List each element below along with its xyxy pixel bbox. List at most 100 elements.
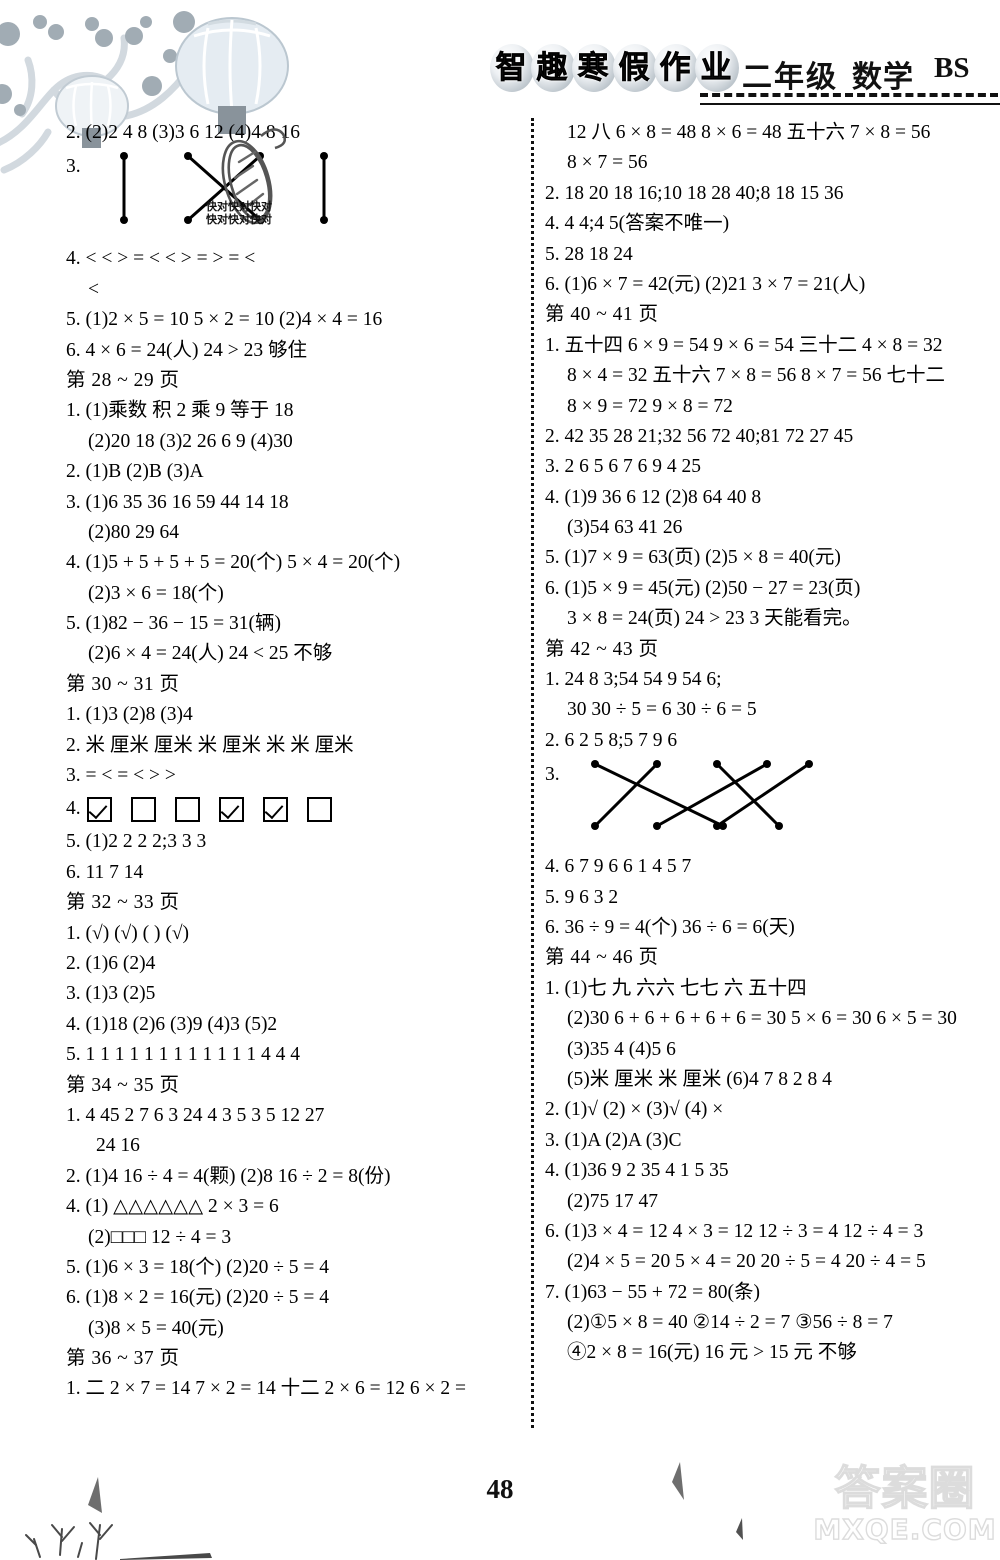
answer-line: (3)35 4 (4)5 6 <box>567 1038 676 1060</box>
answer-line: (3)8 × 5 = 40(元) <box>88 1317 224 1339</box>
answer-line: 6. 36 ÷ 9 = 4(个) 36 ÷ 6 = 6(天) <box>545 916 795 938</box>
answer-line: 1. 二 2 × 7 = 14 7 × 2 = 14 十二 2 × 6 = 12… <box>66 1378 466 1400</box>
answer-line: 5. 28 18 24 <box>545 243 633 265</box>
answer-line: 1. 五十四 6 × 9 = 54 9 × 6 = 54 三十二 4 × 8 =… <box>545 334 943 356</box>
answer-line: (2)6 × 4 = 24(人) 24 < 25 不够 <box>88 643 333 665</box>
title-char-3: 寒 <box>572 44 616 92</box>
checked-checkbox-icon <box>262 796 288 822</box>
answer-line: 5. (1)2 2 2 2;3 3 3 <box>66 831 207 853</box>
answer-line: < <box>88 278 99 300</box>
answer-line: 8 × 4 = 32 五十六 7 × 8 = 56 8 × 7 = 56 七十二 <box>567 365 945 387</box>
answer-line: 1. (1)3 (2)8 (3)4 <box>66 704 193 726</box>
answer-line: 1. (1)七 九 六六 七七 六 五十四 <box>545 977 807 999</box>
answer-line: 4. 6 7 9 6 6 1 4 5 7 <box>545 856 692 878</box>
page-range-heading: 第 40 ~ 41 页 <box>545 304 659 326</box>
answer-line: 6. 11 7 14 <box>66 861 144 883</box>
answer-line: 2. (1)√ (2) × (3)√ (4) × <box>545 1099 724 1121</box>
column-divider <box>531 118 534 1428</box>
answer-line: 6. (1)8 × 2 = 16(元) (2)20 ÷ 5 = 4 <box>66 1287 330 1309</box>
page-range-heading: 第 28 ~ 29 页 <box>66 369 180 391</box>
title-char-1: 智 <box>490 44 534 92</box>
answer-line: 8 × 9 = 72 9 × 8 = 72 <box>567 395 733 417</box>
answer-line: (2)4 × 5 = 20 5 × 4 = 20 20 ÷ 5 = 4 20 ÷… <box>567 1251 926 1273</box>
page-range-heading: 第 42 ~ 43 页 <box>545 638 659 660</box>
header-dashed-rule <box>700 93 998 97</box>
answer-line: 2. 米 厘米 厘米 米 厘米 米 米 厘米 <box>66 734 354 756</box>
answer-line: 2. (1)B (2)B (3)A <box>66 461 204 483</box>
answer-line: (2)□□□ 12 ÷ 4 = 3 <box>88 1226 232 1248</box>
overlay-note-text: 快对快对快对 快对快对快对 <box>206 200 272 226</box>
answer-line: 7. (1)63 − 55 + 72 = 80(条) <box>545 1281 760 1303</box>
answer-line: 1. 4 45 2 7 6 3 24 4 3 5 3 5 12 27 <box>66 1104 325 1126</box>
page-range-heading: 第 30 ~ 31 页 <box>66 673 180 695</box>
answers-column-left: 2. (2)2 4 8 (3)3 6 12 (4)4 8 16 3. 4. < < … <box>66 118 521 1405</box>
answer-line: 4. < < > = < < > = > = < <box>66 248 256 270</box>
answer-line: (2)30 6 + 6 + 6 + 6 + 6 = 30 5 × 6 = 30 … <box>567 1008 957 1030</box>
header-solid-rule <box>700 103 1000 105</box>
subject-label: 数学 <box>852 61 914 94</box>
answer-line: 1. (1)乘数 积 2 乘 9 等于 18 <box>66 400 294 422</box>
grade-label: 二年级 <box>742 61 838 94</box>
edition-code-label: BS <box>934 52 970 84</box>
title-char-5: 作 <box>654 44 698 92</box>
answer-line: 5. (1)7 × 9 = 63(页) (2)5 × 8 = 40(元) <box>545 547 841 569</box>
watermark-line-1: 答案圈 <box>834 1461 976 1515</box>
answer-number-label: 3. <box>66 156 81 178</box>
page-range-heading: 第 44 ~ 46 页 <box>545 947 659 969</box>
answer-line: (2)80 29 64 <box>88 521 179 543</box>
answer-line: 12 八 6 × 8 = 48 8 × 6 = 48 五十六 7 × 8 = 5… <box>567 122 931 143</box>
answer-line: 5. (1)2 × 5 = 10 5 × 2 = 10 (2)4 × 4 = 1… <box>66 309 383 331</box>
answer-line: 24 16 <box>96 1135 140 1157</box>
answer-line: 3. (1)3 (2)5 <box>66 983 156 1005</box>
answer-line: 5. 1 1 1 1 1 1 1 1 1 1 1 1 4 4 4 <box>66 1044 300 1066</box>
title-char-2: 趣 <box>531 44 575 92</box>
answer-line: 3. = < = < > > <box>66 765 176 787</box>
answer-line: 2. 42 35 28 21;32 56 72 40;81 72 27 45 <box>545 425 854 447</box>
answer-line: ④2 × 8 = 16(元) 16 元 > 15 元 不够 <box>567 1342 857 1364</box>
answer-line: 2. (2)2 4 8 (3)3 6 12 (4)4 8 16 <box>66 122 300 143</box>
checked-checkbox-icon <box>218 796 244 822</box>
site-watermark: 答案圈 MXQE.COM <box>812 1461 998 1558</box>
answer-line: 2. (1)6 (2)4 <box>66 952 156 974</box>
answer-line: 5. 9 6 3 2 <box>545 886 619 908</box>
answer-line: 8 × 7 = 56 <box>567 152 648 174</box>
page-range-heading: 第 36 ~ 37 页 <box>66 1348 180 1370</box>
answer-line: 30 30 ÷ 5 = 6 30 ÷ 6 = 5 <box>567 699 757 721</box>
workbook-title: 智趣寒假作业 <box>490 44 739 92</box>
answer-line: 6. 4 × 6 = 24(人) 24 > 23 够住 <box>66 339 307 361</box>
answer-line: (3)54 63 41 26 <box>567 517 683 539</box>
answer-line: 3. (1)6 35 36 16 59 44 14 18 <box>66 491 289 513</box>
answer-line: 4. (1)9 36 6 12 (2)8 64 40 8 <box>545 486 762 508</box>
answer-line: (2)75 17 47 <box>567 1190 658 1212</box>
answer-line: 2. (1)4 16 ÷ 4 = 4(颗) (2)8 16 ÷ 2 = 8(份) <box>66 1165 391 1187</box>
answer-line: 1. 24 8 3;54 54 9 54 6; <box>545 669 722 691</box>
answer-line: 4. 4 4;4 5(答案不唯一) <box>545 213 730 235</box>
checked-checkbox-icon <box>86 796 112 822</box>
empty-checkbox-icon <box>174 796 200 822</box>
answer-line: 6. (1)6 × 7 = 42(元) (2)21 3 × 7 = 21(人) <box>545 273 866 295</box>
matching-lines-diagram: 3. <box>545 756 1000 852</box>
answer-line: (2)3 × 6 = 18(个) <box>88 582 224 604</box>
title-char-4: 假 <box>613 44 657 92</box>
answer-line: 4. (1) △△△△△△ 2 × 3 = 6 <box>66 1196 279 1218</box>
checkbox-answer-row: 4. <box>66 791 521 827</box>
answer-line: (2)20 18 (3)2 26 6 9 (4)30 <box>88 430 293 452</box>
answers-column-right: 12 八 6 × 8 = 48 8 × 6 = 48 五十六 7 × 8 = 5… <box>545 118 1000 1369</box>
empty-checkbox-icon <box>130 796 156 822</box>
page-range-heading: 第 32 ~ 33 页 <box>66 892 180 914</box>
title-char-6: 业 <box>695 44 739 92</box>
answer-line: 5. (1)6 × 3 = 18(个) (2)20 ÷ 5 = 4 <box>66 1256 330 1278</box>
answer-line: 1. (√) (√) ( ) (√) <box>66 922 190 944</box>
answer-line: 2. 18 20 18 16;10 18 28 40;8 18 15 36 <box>545 182 844 204</box>
answer-line: 3. (1)A (2)A (3)C <box>545 1129 682 1151</box>
matching-lines-diagram: 3. <box>66 148 521 244</box>
answer-line: 3. 2 6 5 6 7 6 9 4 25 <box>545 456 701 478</box>
answer-key-page: 智趣寒假作业 二年级 数学 BS 2. (2)2 4 8 (3)3 6 12 (… <box>0 0 1000 1560</box>
answer-line: 5. (1)82 − 36 − 15 = 31(辆) <box>66 613 281 635</box>
bottom-branch-decoration <box>25 1477 212 1560</box>
matching-lines-svg <box>591 760 813 831</box>
answer-line: 3 × 8 = 24(页) 24 > 23 3 天能看完。 <box>567 608 862 630</box>
watermark-line-2: MXQE.COM <box>813 1513 997 1546</box>
answer-line: 4. (1)5 + 5 + 5 + 5 = 20(个) 5 × 4 = 20(个… <box>66 552 401 574</box>
answer-line: 2. 6 2 5 8;5 7 9 6 <box>545 729 678 751</box>
